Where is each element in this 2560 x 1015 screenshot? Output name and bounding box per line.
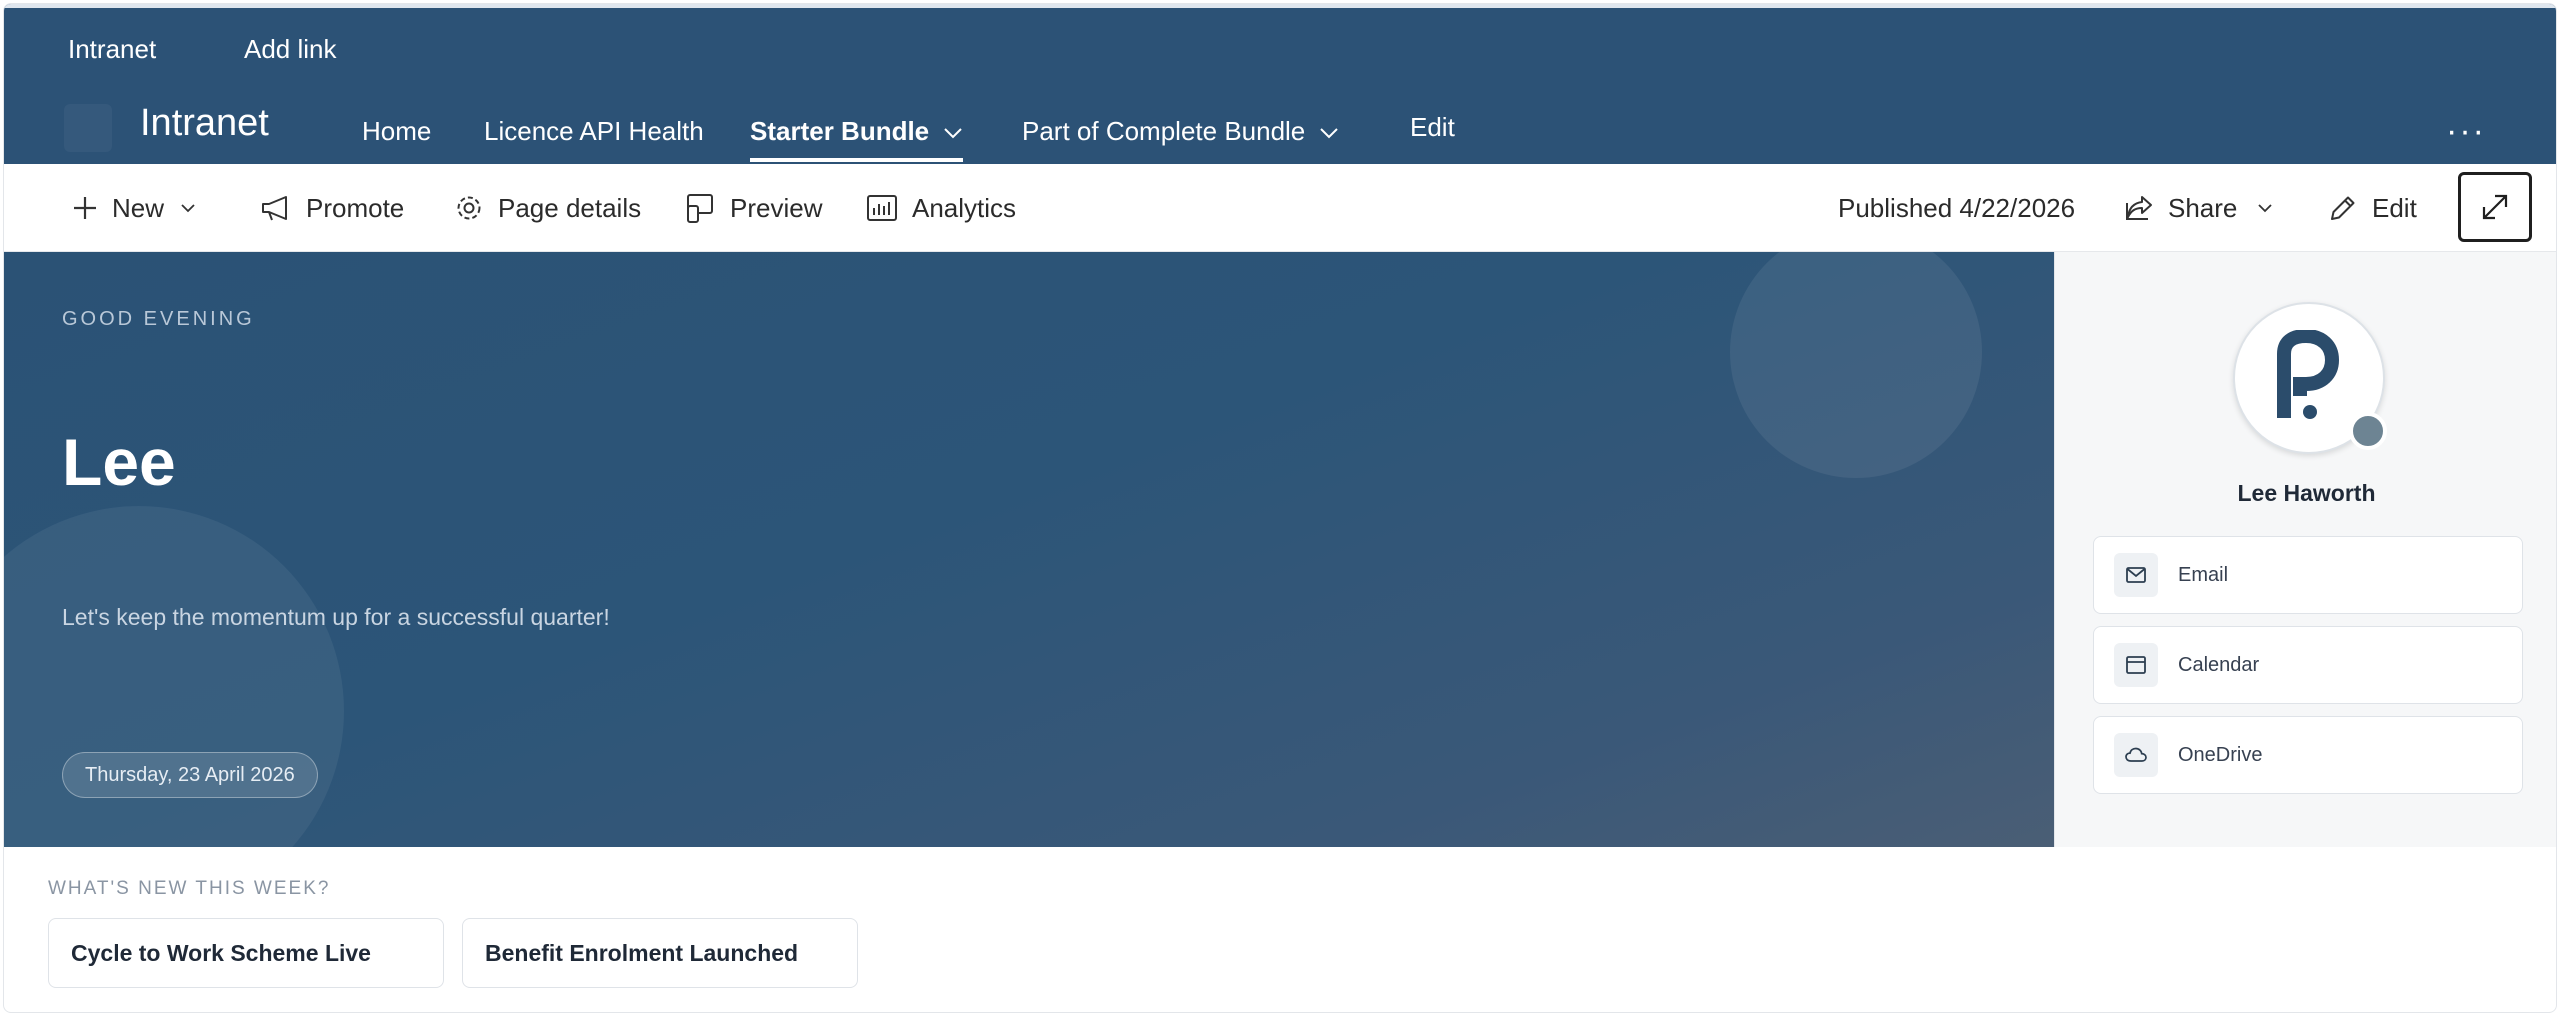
nav-item-home[interactable]: Home <box>362 116 431 162</box>
promote-button[interactable]: Promote <box>260 190 404 226</box>
hero-banner: GOOD EVENING Lee Let's keep the momentum… <box>4 252 2054 847</box>
profile-name: Lee Haworth <box>2237 480 2376 506</box>
news-card[interactable]: Benefit Enrolment Launched <box>462 918 858 988</box>
nav-item-licence-api-health[interactable]: Licence API Health <box>484 116 704 162</box>
quick-link-email[interactable]: Email <box>2093 536 2523 614</box>
site-logo[interactable] <box>64 104 112 152</box>
device-preview-icon <box>687 194 713 223</box>
published-status: Published 4/22/2026 <box>1838 192 2076 223</box>
analytics-icon <box>867 195 897 221</box>
suite-bar: Intranet Add link <box>4 4 2556 82</box>
chevron-down-icon <box>1320 128 1338 139</box>
plus-icon <box>74 197 96 219</box>
hero-name: Lee <box>62 425 176 499</box>
page-frame: Intranet Add link Intranet Home Licence … <box>3 3 2557 1013</box>
nav-item-edit[interactable]: Edit <box>1410 112 1455 158</box>
page-details-button[interactable]: Page details <box>454 190 641 226</box>
command-bar: New Promote Page details Preview Analyti… <box>4 164 2556 252</box>
profile-panel: Lee Haworth Email Calendar OneDrive <box>2054 252 2556 847</box>
suite-home-link[interactable]: Intranet <box>68 34 156 65</box>
more-options-button[interactable]: ··· <box>2446 112 2486 151</box>
expand-button[interactable] <box>2458 172 2532 242</box>
quick-link-calendar[interactable]: Calendar <box>2093 626 2523 704</box>
calendar-icon <box>2126 656 2146 674</box>
expand-icon <box>2482 194 2508 220</box>
news-card[interactable]: Cycle to Work Scheme Live <box>48 918 444 988</box>
pencil-icon <box>2331 196 2355 220</box>
new-button[interactable]: New <box>72 190 196 226</box>
site-header: Intranet Home Licence API Health Starter… <box>4 82 2556 164</box>
share-icon <box>2126 196 2152 220</box>
edit-page-button[interactable]: Edit <box>2328 190 2417 226</box>
chevron-down-icon <box>2258 204 2273 213</box>
mail-icon <box>2126 567 2146 583</box>
date-badge: Thursday, 23 April 2026 <box>62 752 318 798</box>
nav-item-part-of-complete-bundle[interactable]: Part of Complete Bundle <box>1022 116 1339 162</box>
chevron-down-icon <box>944 128 962 139</box>
add-link-button[interactable]: Add link <box>244 34 337 65</box>
cloud-icon <box>2125 747 2147 762</box>
hero-greeting: GOOD EVENING <box>62 308 255 330</box>
quick-link-onedrive[interactable]: OneDrive <box>2093 716 2523 794</box>
whats-new-heading: WHAT'S NEW THIS WEEK? <box>48 878 331 899</box>
share-button[interactable]: Share <box>2124 190 2273 226</box>
gear-icon <box>457 196 481 220</box>
avatar-logo-icon <box>2277 330 2340 419</box>
megaphone-icon <box>262 196 287 221</box>
presence-indicator <box>2349 412 2387 450</box>
preview-button[interactable]: Preview <box>686 190 822 226</box>
hero-message: Let's keep the momentum up for a success… <box>62 604 610 630</box>
chevron-down-icon <box>181 204 195 213</box>
decorative-circle <box>1730 252 1982 478</box>
nav-item-starter-bundle[interactable]: Starter Bundle <box>750 116 964 162</box>
site-title[interactable]: Intranet <box>140 102 269 145</box>
analytics-button[interactable]: Analytics <box>866 190 1016 226</box>
